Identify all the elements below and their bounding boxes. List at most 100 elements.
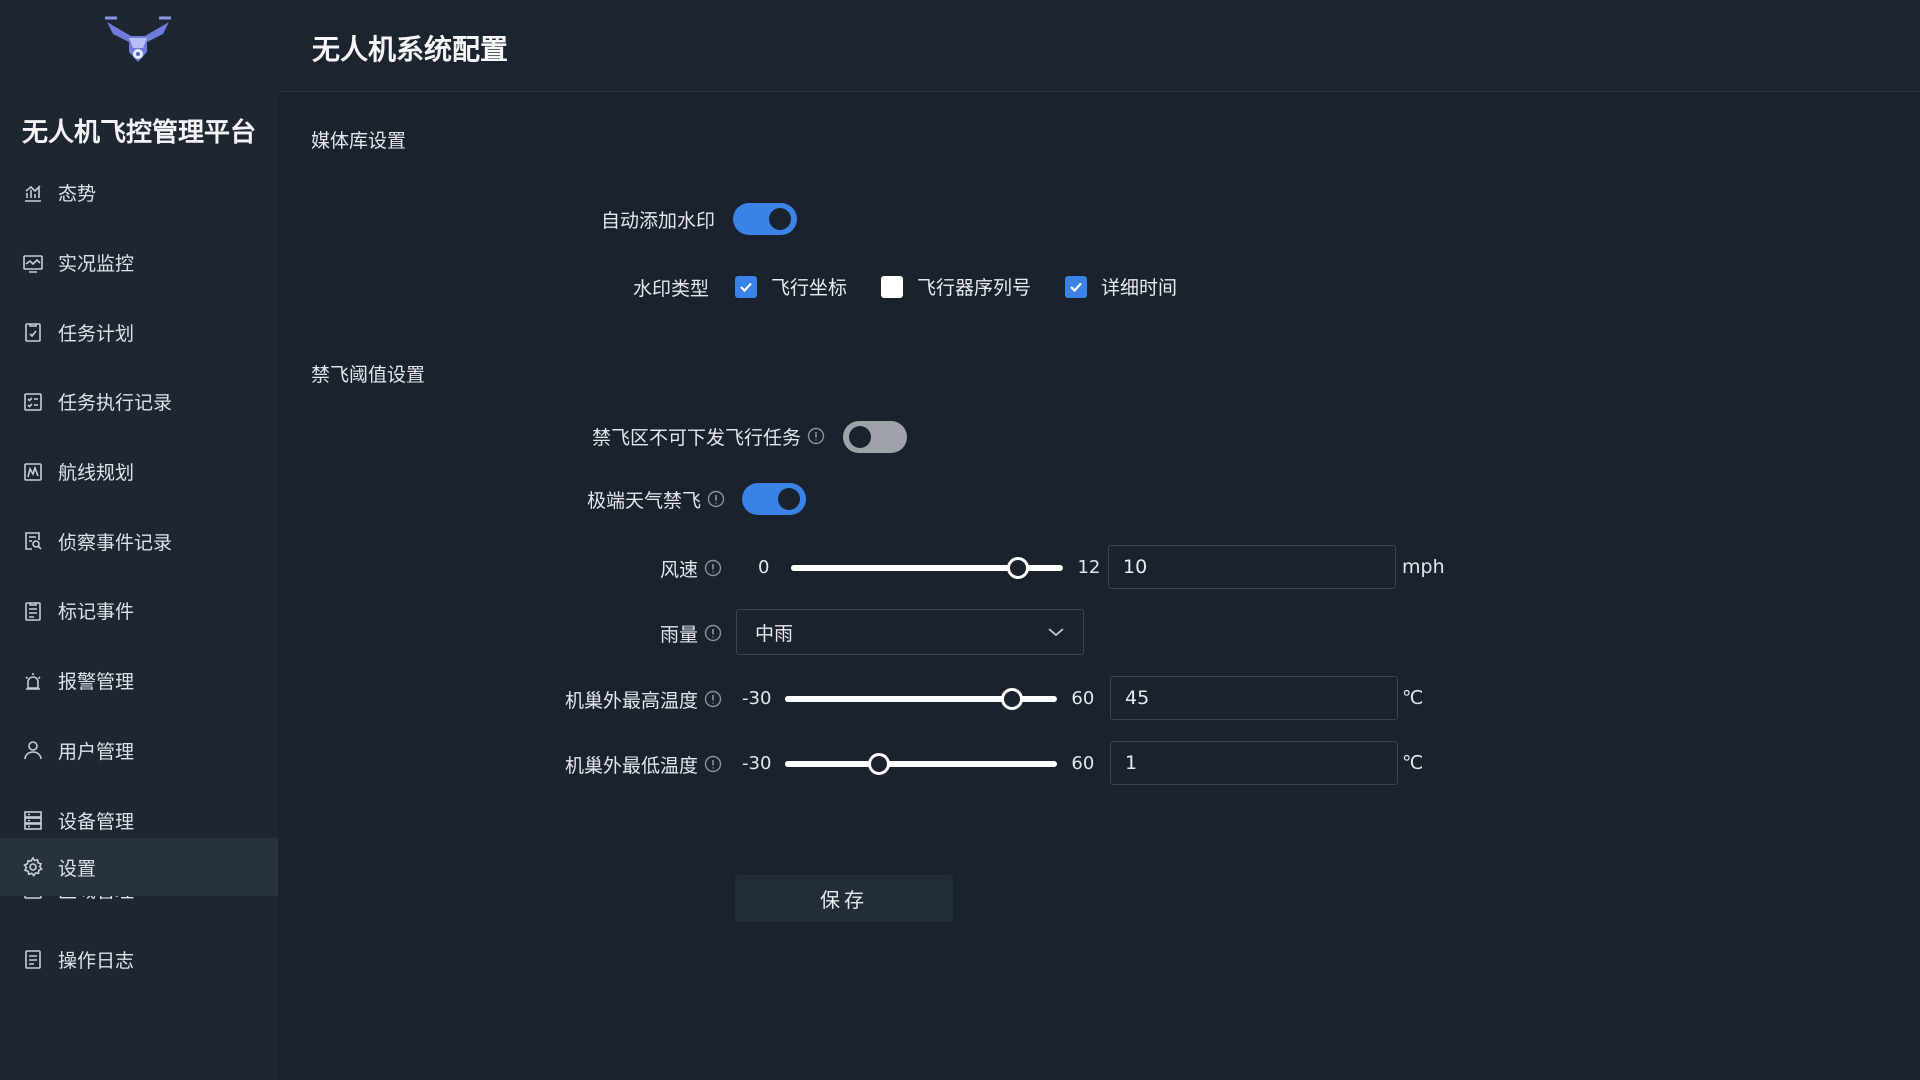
sidebar-item-label: 侦察事件记录 [58, 531, 173, 554]
check-icon [1070, 282, 1082, 292]
wind-speed-label: 风速 [422, 554, 722, 582]
sidebar-item-label: 航线规划 [58, 462, 135, 485]
max-temp-label-text: 机巢外最高温度 [564, 689, 698, 712]
max-temp-slider-row: -30 60 [742, 687, 1095, 710]
sidebar-item-situation[interactable]: 态势 [0, 158, 278, 228]
watermark-type-label-text: 水印类型 [632, 277, 709, 300]
auto-watermark-label: 自动添加水印 [415, 205, 715, 233]
extreme-weather-label: 极端天气禁飞 [425, 485, 725, 513]
sidebar-item-label: 设备管理 [58, 810, 135, 833]
sidebar-item-live-monitor[interactable]: 实况监控 [0, 228, 278, 298]
info-icon[interactable] [704, 559, 722, 577]
slider-fill [785, 760, 880, 767]
min-temp-label: 机巢外最低温度 [322, 750, 722, 778]
sidebar-item-label: 态势 [58, 183, 97, 206]
extreme-weather-toggle[interactable] [742, 483, 806, 515]
wind-speed-slider-row: 0 12 [758, 556, 1101, 579]
min-temp-slider-row: -30 60 [742, 752, 1094, 775]
checkbox-label: 详细时间 [1101, 277, 1178, 299]
sidebar-item-route-planning[interactable]: 航线规划 [0, 437, 278, 507]
rainfall-label-text: 雨量 [659, 623, 698, 646]
checkbox-label: 飞行器序列号 [917, 277, 1032, 299]
sidebar-item-label: 实况监控 [58, 253, 135, 276]
sidebar-item-settings[interactable]: 设置 [0, 838, 278, 896]
slider-max-label: 12 [1077, 557, 1101, 578]
info-icon[interactable] [704, 690, 722, 708]
watermark-option-time[interactable]: 详细时间 [1065, 273, 1177, 300]
page-title: 无人机系统配置 [312, 33, 509, 66]
toggle-knob [849, 426, 871, 448]
chevron-down-icon [1048, 628, 1064, 637]
sidebar-item-label: 标记事件 [58, 601, 135, 624]
mark-icon [25, 602, 41, 621]
sidebar-item-alarm-management[interactable]: 报警管理 [0, 646, 278, 716]
min-temp-input[interactable]: 1 [1110, 741, 1398, 785]
min-temp-label-text: 机巢外最低温度 [564, 754, 698, 777]
checkbox-unchecked[interactable] [881, 275, 904, 298]
nofly-zone-toggle[interactable] [843, 421, 907, 453]
sidebar: 无人机飞控管理平台 态势 实况监控 任务计划 任务执行记录 航线规划 侦察事件记… [0, 0, 278, 1080]
media-section-title: 媒体库设置 [311, 130, 407, 152]
drone-logo-icon [105, 16, 171, 62]
chart-icon [25, 185, 41, 202]
slider-thumb[interactable] [1007, 556, 1030, 579]
wind-speed-unit: mph [1402, 556, 1445, 578]
info-icon[interactable] [707, 490, 725, 508]
wind-speed-slider[interactable] [791, 556, 1064, 579]
page-header: 无人机系统配置 [278, 0, 1920, 92]
nofly-zone-label-text: 禁飞区不可下发飞行任务 [591, 426, 801, 449]
max-temp-unit: ℃ [1402, 687, 1424, 709]
sidebar-item-operation-log[interactable]: 操作日志 [0, 925, 278, 995]
sidebar-item-task-plan[interactable]: 任务计划 [0, 297, 278, 367]
sidebar-item-label: 操作日志 [58, 949, 135, 972]
sidebar-item-mark-events[interactable]: 标记事件 [0, 576, 278, 646]
min-temp-slider[interactable] [785, 752, 1058, 775]
info-icon[interactable] [704, 755, 722, 773]
info-icon[interactable] [704, 624, 722, 642]
rainfall-label: 雨量 [422, 619, 722, 647]
save-button[interactable]: 保存 [735, 875, 953, 922]
wind-speed-label-text: 风速 [659, 558, 698, 581]
clipboard-icon [25, 323, 41, 343]
auto-watermark-label-text: 自动添加水印 [600, 209, 715, 232]
slider-min-label: -30 [742, 688, 772, 709]
slider-fill [785, 695, 1013, 702]
sidebar-item-task-records[interactable]: 任务执行记录 [0, 367, 278, 437]
watermark-option-coordinates[interactable]: 飞行坐标 [735, 273, 847, 300]
checklist-icon [24, 393, 42, 411]
server-icon [24, 811, 42, 830]
wind-speed-input[interactable]: 10 [1108, 545, 1396, 589]
sidebar-item-user-management[interactable]: 用户管理 [0, 716, 278, 786]
extreme-weather-label-text: 极端天气禁飞 [586, 489, 701, 512]
monitor-icon [23, 254, 43, 273]
info-icon[interactable] [807, 427, 825, 445]
log-icon [25, 950, 41, 970]
watermark-option-serial[interactable]: 飞行器序列号 [881, 273, 1031, 300]
auto-watermark-toggle[interactable] [733, 203, 797, 235]
alarm-icon [25, 672, 41, 690]
slider-thumb[interactable] [1001, 687, 1024, 710]
slider-fill [791, 564, 1019, 571]
watermark-type-options: 飞行坐标 飞行器序列号 详细时间 [735, 273, 1211, 300]
sidebar-item-label: 用户管理 [58, 740, 135, 763]
max-temp-label: 机巢外最高温度 [322, 685, 722, 713]
checkbox-checked[interactable] [1065, 275, 1088, 298]
rainfall-selected-value: 中雨 [755, 622, 794, 645]
check-icon [740, 282, 752, 292]
rainfall-select[interactable]: 中雨 [736, 609, 1084, 655]
gear-icon [23, 856, 43, 877]
checkbox-label: 飞行坐标 [771, 277, 848, 299]
nofly-section-title: 禁飞阈值设置 [311, 364, 426, 386]
max-temp-slider[interactable] [785, 687, 1058, 710]
toggle-knob [778, 488, 800, 510]
sidebar-item-label: 任务执行记录 [58, 392, 173, 415]
watermark-type-label: 水印类型 [409, 273, 709, 301]
route-icon [24, 462, 42, 481]
max-temp-input[interactable]: 45 [1110, 676, 1398, 720]
min-temp-unit: ℃ [1402, 752, 1424, 774]
slider-thumb[interactable] [868, 752, 891, 775]
sidebar-item-recon-events[interactable]: 侦察事件记录 [0, 506, 278, 576]
checkbox-checked[interactable] [735, 275, 757, 298]
slider-min-label: -30 [742, 753, 772, 774]
slider-max-label: 60 [1071, 688, 1095, 709]
